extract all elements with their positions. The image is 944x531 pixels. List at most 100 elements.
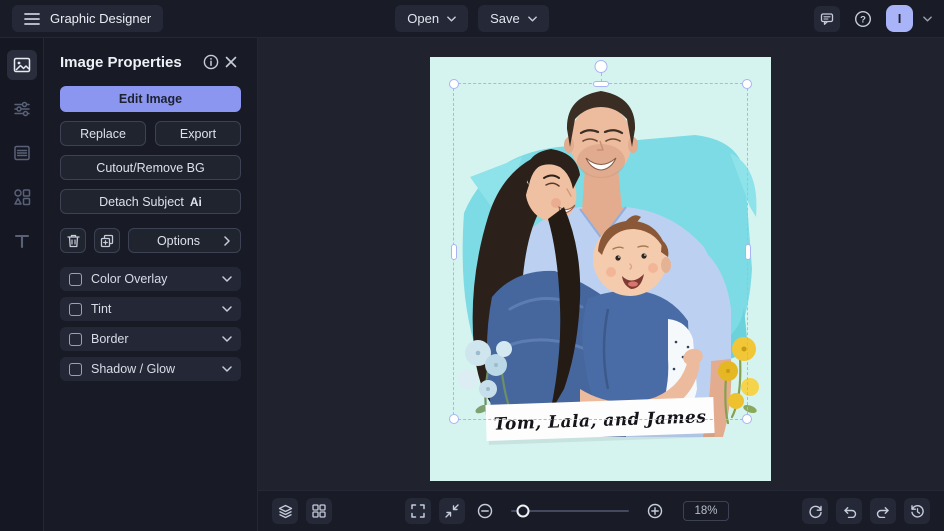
app-menu-chip[interactable]: Graphic Designer: [12, 5, 164, 32]
redo-button[interactable]: [870, 498, 896, 524]
open-button-label: Open: [407, 11, 440, 26]
layers-icon: [278, 504, 293, 519]
account-chevron-down-icon[interactable]: [923, 15, 932, 22]
top-bar: Graphic Designer Open Save ? I: [0, 0, 944, 38]
text-icon: [14, 233, 30, 249]
rail-item-image[interactable]: [6, 50, 37, 80]
export-button[interactable]: Export: [155, 121, 241, 146]
section-shadow-glow[interactable]: Shadow / Glow: [60, 357, 241, 381]
color-overlay-checkbox[interactable]: [69, 272, 82, 286]
options-label: Options: [156, 233, 201, 248]
image-properties-panel: Image Properties Edit Image Replace Expo…: [44, 38, 258, 531]
chevron-right-icon: [224, 235, 230, 246]
avatar-initial: I: [897, 11, 902, 26]
info-button[interactable]: [201, 52, 221, 72]
zoom-slider-knob[interactable]: [516, 504, 530, 518]
tint-checkbox[interactable]: [69, 302, 82, 316]
edit-image-button[interactable]: Edit Image: [60, 86, 241, 112]
document-lines-icon: [13, 144, 31, 162]
grid-icon: [312, 504, 326, 518]
chevron-down-icon: [527, 15, 537, 22]
info-icon: [203, 54, 219, 70]
fit-to-screen-button[interactable]: [439, 498, 466, 524]
refresh-icon: [808, 504, 823, 519]
chevron-down-icon[interactable]: [222, 336, 232, 342]
shapes-icon: [13, 188, 31, 206]
delete-button[interactable]: [60, 228, 86, 253]
canvas-area[interactable]: Tom, Lala, and James: [258, 38, 944, 531]
user-avatar[interactable]: I: [886, 5, 914, 32]
layers-button[interactable]: [272, 498, 298, 524]
section-label: Tint: [91, 302, 112, 316]
tool-rail: [0, 38, 44, 531]
image-icon: [13, 56, 31, 74]
fullscreen-icon: [411, 504, 426, 518]
top-right-handle[interactable]: [742, 79, 752, 89]
shadow-glow-checkbox[interactable]: [69, 362, 82, 376]
section-label: Border: [91, 332, 129, 346]
section-label: Shadow / Glow: [91, 362, 176, 376]
chevron-down-icon[interactable]: [222, 276, 232, 282]
rail-item-text[interactable]: [7, 226, 37, 256]
artboard[interactable]: Tom, Lala, and James: [430, 57, 771, 481]
bottom-right-handle[interactable]: [742, 414, 752, 424]
rail-item-shapes[interactable]: [7, 182, 37, 212]
cutout-remove-bg-button[interactable]: Cutout/Remove BG: [60, 155, 241, 180]
close-icon: [225, 56, 237, 68]
history-icon: [910, 504, 925, 519]
zoom-out-button[interactable]: [473, 499, 497, 523]
detach-subject-button[interactable]: Detach Subject Ai: [60, 189, 241, 214]
panel-title: Image Properties: [60, 53, 182, 71]
zoom-level-display: 18%: [683, 501, 729, 521]
chevron-down-icon[interactable]: [222, 306, 232, 312]
redo-icon: [876, 505, 891, 518]
top-left-handle[interactable]: [449, 79, 459, 89]
fullscreen-button[interactable]: [405, 498, 432, 524]
rail-item-pages[interactable]: [7, 138, 37, 168]
history-button[interactable]: [904, 498, 930, 524]
undo-button[interactable]: [836, 498, 862, 524]
section-label: Color Overlay: [91, 272, 168, 286]
app-title: Graphic Designer: [50, 11, 152, 26]
help-button[interactable]: ?: [850, 6, 876, 32]
save-button-label: Save: [490, 11, 520, 26]
options-button[interactable]: Options: [128, 228, 241, 253]
feedback-button[interactable]: [814, 5, 841, 32]
trash-icon: [66, 234, 80, 248]
minus-circle-icon: [477, 503, 493, 519]
top-center-handle[interactable]: [592, 80, 609, 87]
chevron-down-icon: [447, 15, 456, 22]
replace-button[interactable]: Replace: [60, 121, 146, 146]
bottom-toolbar: 18%: [258, 490, 944, 531]
chevron-down-icon[interactable]: [222, 366, 232, 372]
help-icon: ?: [854, 10, 872, 28]
zoom-slider[interactable]: [511, 504, 630, 518]
right-center-handle[interactable]: [744, 243, 751, 260]
close-panel-button[interactable]: [221, 52, 241, 72]
duplicate-icon: [100, 234, 114, 248]
fit-screen-icon: [445, 504, 460, 518]
comment-icon: [820, 12, 834, 26]
duplicate-button[interactable]: [94, 228, 120, 253]
section-border[interactable]: Border: [60, 327, 241, 351]
undo-icon: [842, 505, 857, 518]
svg-text:?: ?: [860, 14, 866, 25]
hamburger-menu-icon[interactable]: [24, 12, 40, 25]
family-portrait-image[interactable]: Tom, Lala, and James: [430, 57, 771, 481]
left-center-handle[interactable]: [450, 243, 457, 260]
bottom-left-handle[interactable]: [449, 414, 459, 424]
detach-subject-label: Detach Subject: [99, 194, 184, 209]
save-button[interactable]: Save: [478, 5, 549, 32]
ai-badge: Ai: [189, 194, 202, 209]
plus-circle-icon: [647, 503, 663, 519]
border-checkbox[interactable]: [69, 332, 82, 346]
grid-view-button[interactable]: [306, 498, 332, 524]
rotation-handle[interactable]: [594, 60, 607, 73]
open-button[interactable]: Open: [395, 5, 469, 32]
section-tint[interactable]: Tint: [60, 297, 241, 321]
zoom-in-button[interactable]: [643, 499, 667, 523]
section-color-overlay[interactable]: Color Overlay: [60, 267, 241, 291]
refresh-button[interactable]: [802, 498, 828, 524]
sliders-icon: [13, 100, 31, 118]
rail-item-adjustments[interactable]: [7, 94, 37, 124]
